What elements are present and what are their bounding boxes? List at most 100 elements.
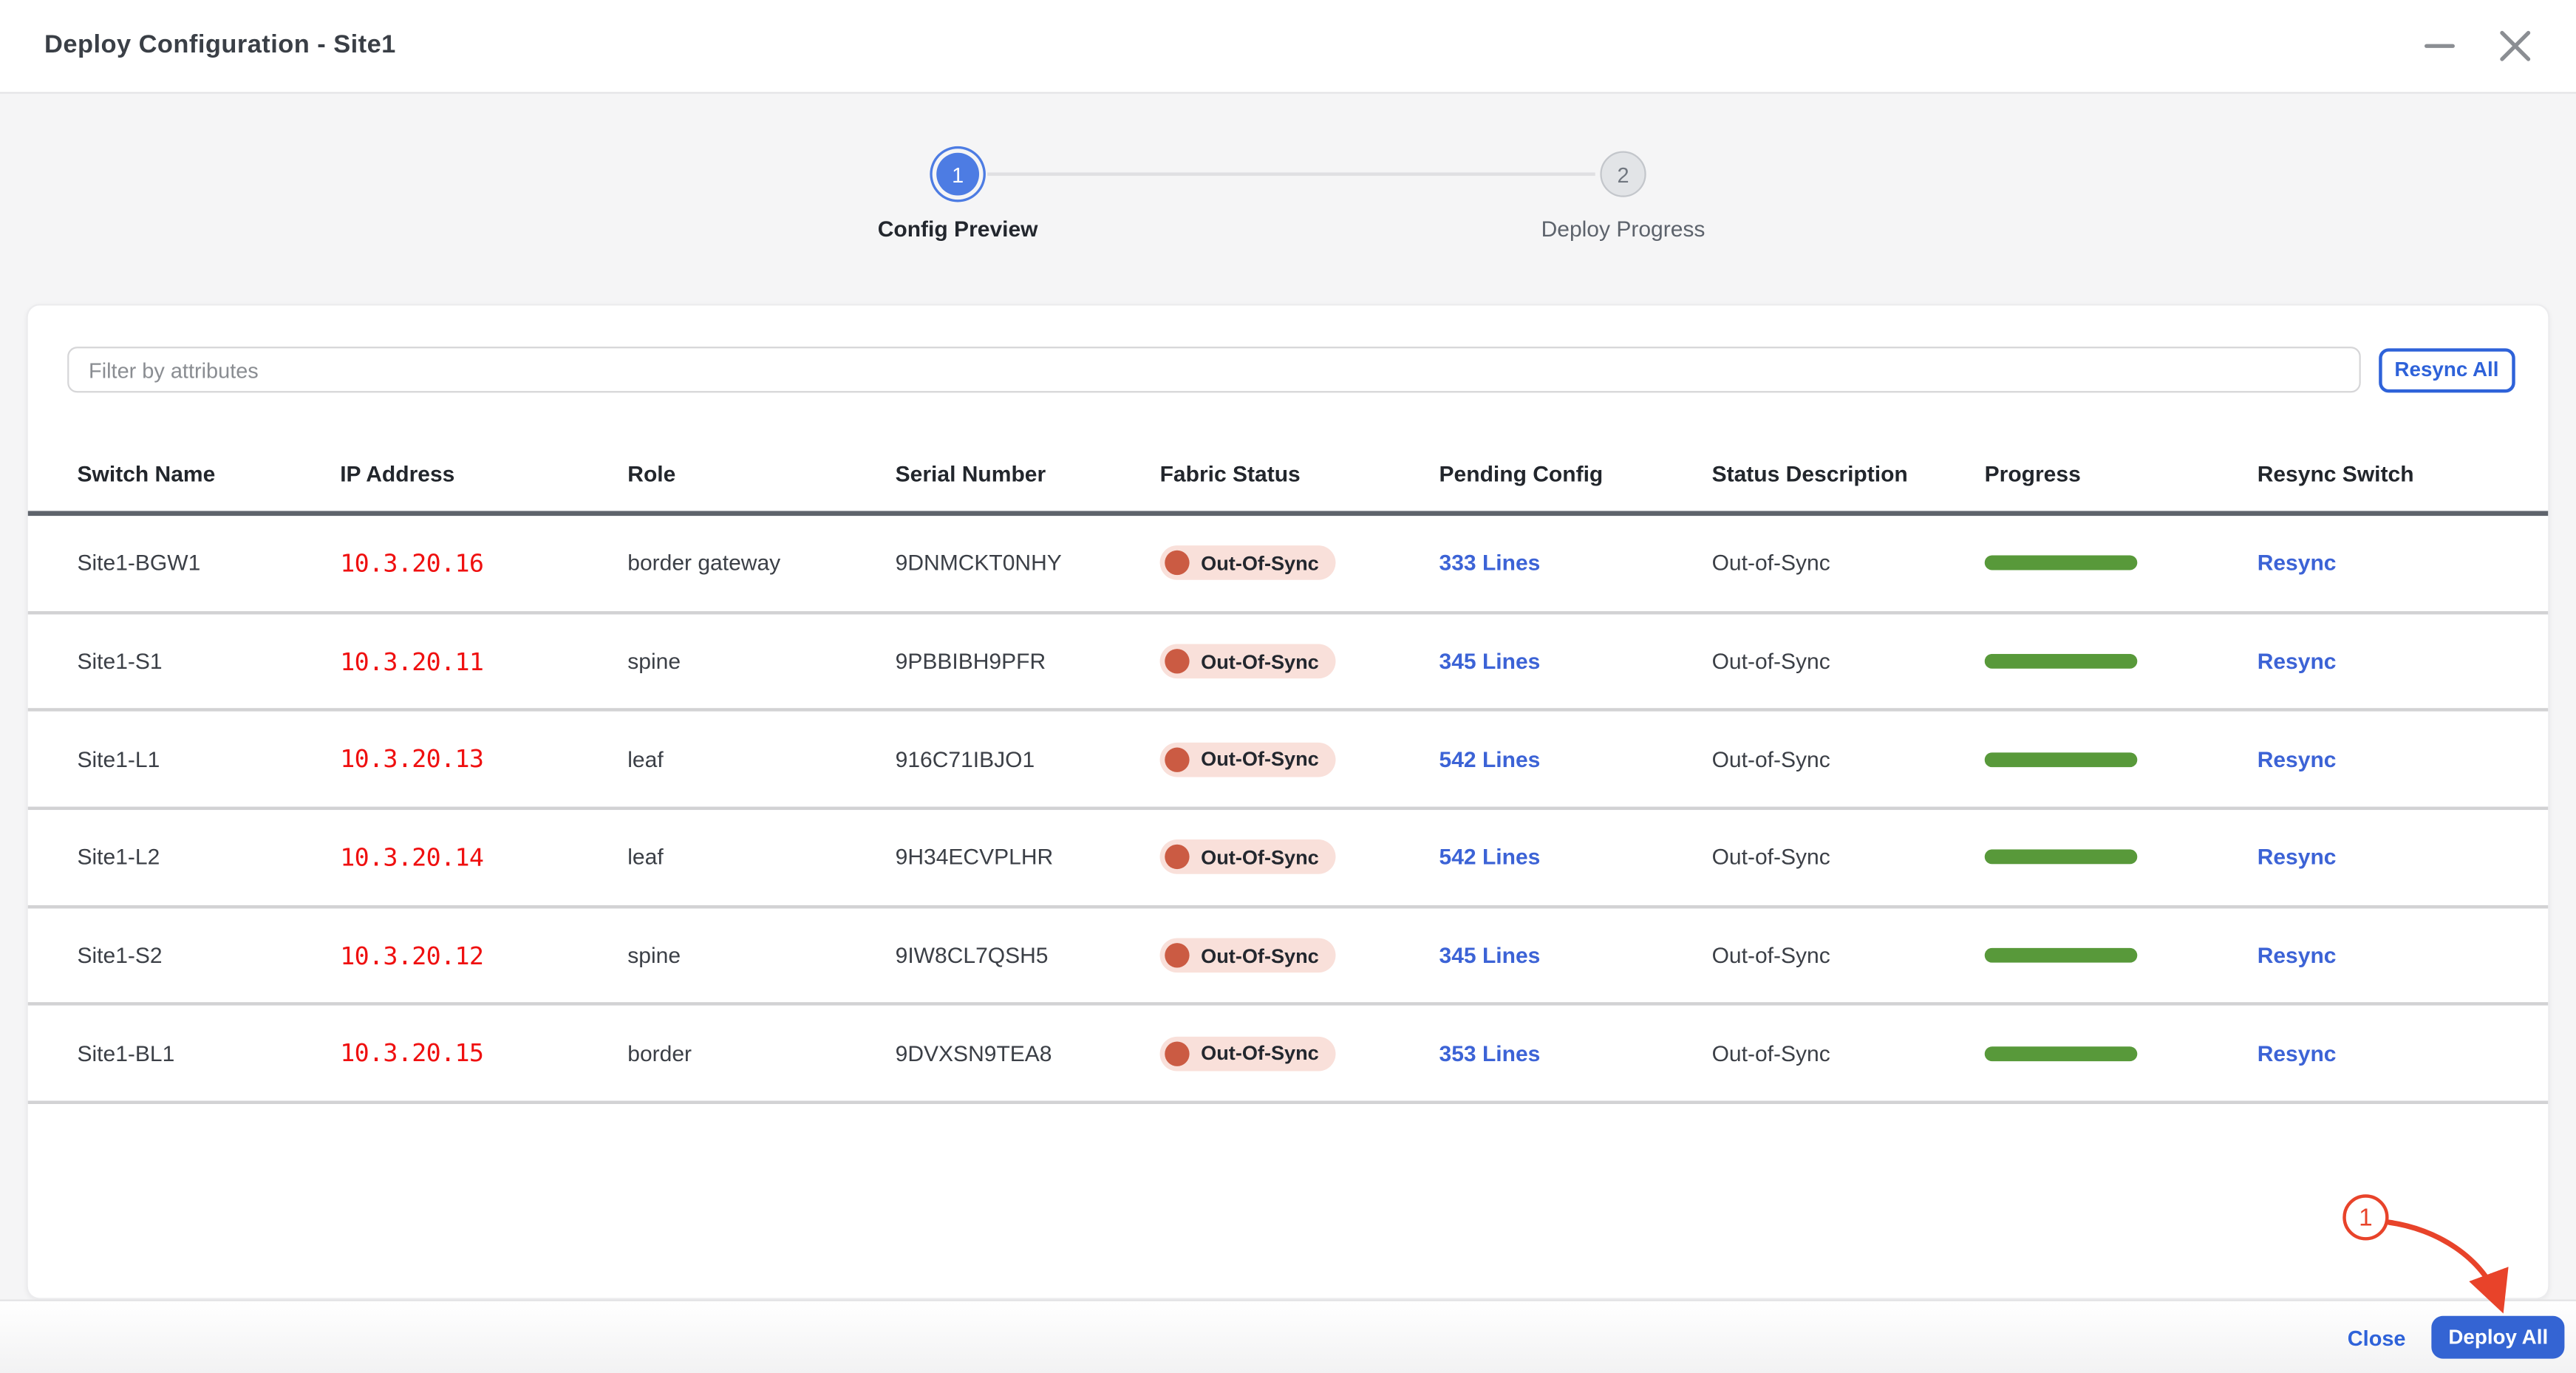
filter-input[interactable]: [67, 347, 2360, 393]
serial-number-cell: 9DVXSN9TEA8: [895, 1041, 1052, 1066]
ip-address-cell: 10.3.20.16: [340, 548, 484, 579]
column-header: Resync Switch: [2257, 461, 2414, 487]
progress-bar: [1984, 556, 2138, 571]
resync-link[interactable]: Resync: [2258, 1041, 2337, 1066]
resync-link[interactable]: Resync: [2258, 845, 2337, 870]
serial-number-cell: 9H34ECVPLHR: [895, 845, 1054, 870]
switch-name-cell: Site1-S2: [77, 943, 163, 968]
status-description-cell: Out-of-Sync: [1711, 1041, 1830, 1066]
resync-cell: Resync: [2258, 845, 2515, 870]
status-dot-icon: [1165, 746, 1190, 772]
status-dot-icon: [1165, 845, 1190, 870]
role-cell: border: [627, 1041, 692, 1066]
role-cell: border gateway: [627, 551, 781, 576]
annotation-arrow-icon: [2385, 1219, 2509, 1314]
table-row: Site1-L2 10.3.20.14 leaf 9H34ECVPLHR Out…: [27, 810, 2549, 908]
progress-cell: [1984, 1046, 2258, 1061]
pending-config-cell: 345 Lines: [1439, 649, 1712, 673]
serial-number-cell: 9PBBIBH9PFR: [895, 649, 1046, 674]
pending-config-link[interactable]: 542 Lines: [1439, 747, 1541, 771]
role-cell: leaf: [627, 746, 664, 772]
status-dot-icon: [1165, 551, 1190, 576]
table-toolbar: Resync All: [28, 306, 2548, 393]
resync-cell: Resync: [2258, 943, 2515, 967]
ip-address-cell: 10.3.20.13: [340, 744, 484, 774]
progress-bar: [1984, 653, 2138, 669]
pending-config-cell: 345 Lines: [1439, 943, 1712, 967]
status-dot-icon: [1165, 1041, 1190, 1066]
pending-config-link[interactable]: 333 Lines: [1439, 551, 1541, 576]
role-cell: spine: [627, 649, 681, 674]
fabric-status-badge: Out-Of-Sync: [1159, 644, 1335, 679]
resync-link[interactable]: Resync: [2258, 747, 2337, 771]
fabric-status-badge: Out-Of-Sync: [1159, 742, 1335, 777]
status-description-cell: Out-of-Sync: [1711, 746, 1830, 772]
status-description-cell: Out-of-Sync: [1711, 845, 1830, 870]
status-description-cell: Out-of-Sync: [1711, 943, 1830, 968]
status-dot-icon: [1165, 649, 1190, 674]
minimize-icon[interactable]: [2422, 28, 2458, 64]
window-controls: [2422, 28, 2533, 64]
switch-name-cell: Site1-S1: [77, 649, 163, 674]
fabric-status-badge: Out-Of-Sync: [1159, 545, 1335, 581]
fabric-status-cell: Out-Of-Sync: [1159, 1036, 1439, 1072]
switch-name-cell: Site1-BL1: [77, 1041, 175, 1066]
progress-bar-fill: [1984, 752, 2138, 767]
pending-config-link[interactable]: 345 Lines: [1439, 649, 1541, 673]
fabric-status-badge: Out-Of-Sync: [1159, 938, 1335, 973]
table-row: Site1-BL1 10.3.20.15 border 9DVXSN9TEA8 …: [27, 1006, 2549, 1105]
switch-name-cell: Site1-BGW1: [77, 551, 201, 576]
pending-config-link[interactable]: 345 Lines: [1439, 943, 1541, 967]
resync-cell: Resync: [2258, 747, 2515, 771]
serial-number-cell: 9IW8CL7QSH5: [895, 943, 1049, 968]
fabric-status-cell: Out-Of-Sync: [1159, 742, 1439, 777]
pending-config-cell: 353 Lines: [1439, 1041, 1712, 1066]
switch-name-cell: Site1-L2: [77, 845, 160, 870]
stepper-step-1-circle: 1: [936, 152, 980, 196]
ip-address-cell: 10.3.20.12: [340, 940, 484, 971]
resync-all-button[interactable]: Resync All: [2378, 347, 2515, 392]
switch-table: Switch Name IP Address Role Serial Number Fa…: [27, 437, 2549, 1105]
progress-cell: [1984, 556, 2258, 571]
progress-bar-fill: [1984, 1046, 2138, 1061]
table-row: Site1-S1 10.3.20.11 spine 9PBBIBH9PFR Ou…: [27, 614, 2549, 712]
stepper-step-2-label: Deploy Progress: [1541, 217, 1706, 242]
stepper-connector-line: [987, 172, 1595, 176]
fabric-status-badge: Out-Of-Sync: [1159, 839, 1335, 875]
pending-config-cell: 333 Lines: [1439, 551, 1712, 576]
table-row: Site1-BGW1 10.3.20.16 border gateway 9DN…: [27, 516, 2549, 614]
stepper-step-1-label: Config Preview: [877, 217, 1038, 242]
table-header-row: Switch Name IP Address Role Serial Number Fa…: [27, 437, 2549, 517]
column-header: Pending Config: [1439, 461, 1604, 487]
switch-name-cell: Site1-L1: [77, 746, 160, 772]
status-description-cell: Out-of-Sync: [1711, 649, 1830, 674]
close-icon[interactable]: [2497, 28, 2533, 64]
fabric-status-cell: Out-Of-Sync: [1159, 545, 1439, 581]
progress-bar-fill: [1984, 850, 2138, 865]
table-body: Site1-BGW1 10.3.20.16 border gateway 9DN…: [27, 516, 2549, 1105]
progress-cell: [1984, 752, 2258, 767]
stepper-step-2-circle: 2: [1600, 151, 1646, 197]
progress-bar: [1984, 948, 2138, 964]
dialog-body: 1 2 Config Preview Deploy Progress Resyn…: [0, 93, 2576, 1314]
resync-cell: Resync: [2258, 649, 2515, 673]
fabric-status-cell: Out-Of-Sync: [1159, 839, 1439, 875]
table-row: Site1-L1 10.3.20.13 leaf 916C71IBJO1 Out…: [27, 712, 2549, 811]
column-header: Switch Name: [77, 461, 216, 487]
progress-cell: [1984, 653, 2258, 669]
pending-config-link[interactable]: 542 Lines: [1439, 845, 1541, 870]
progress-cell: [1984, 948, 2258, 964]
pending-config-link[interactable]: 353 Lines: [1439, 1041, 1541, 1066]
resync-link[interactable]: Resync: [2258, 551, 2337, 576]
resync-link[interactable]: Resync: [2258, 649, 2337, 673]
pending-config-cell: 542 Lines: [1439, 747, 1712, 771]
status-description-cell: Out-of-Sync: [1711, 551, 1830, 576]
footer-bar: Close Deploy All: [0, 1299, 2576, 1373]
progress-bar: [1984, 1046, 2138, 1061]
serial-number-cell: 916C71IBJO1: [895, 746, 1035, 772]
config-preview-panel: Resync All Switch Name IP Address Role Seri…: [26, 304, 2550, 1300]
title-bar: Deploy Configuration - Site1: [0, 0, 2576, 94]
column-header: Fabric Status: [1159, 461, 1301, 487]
resync-link[interactable]: Resync: [2258, 943, 2337, 967]
deploy-configuration-dialog: Deploy Configuration - Site1 1 2 Config …: [0, 0, 2576, 1373]
